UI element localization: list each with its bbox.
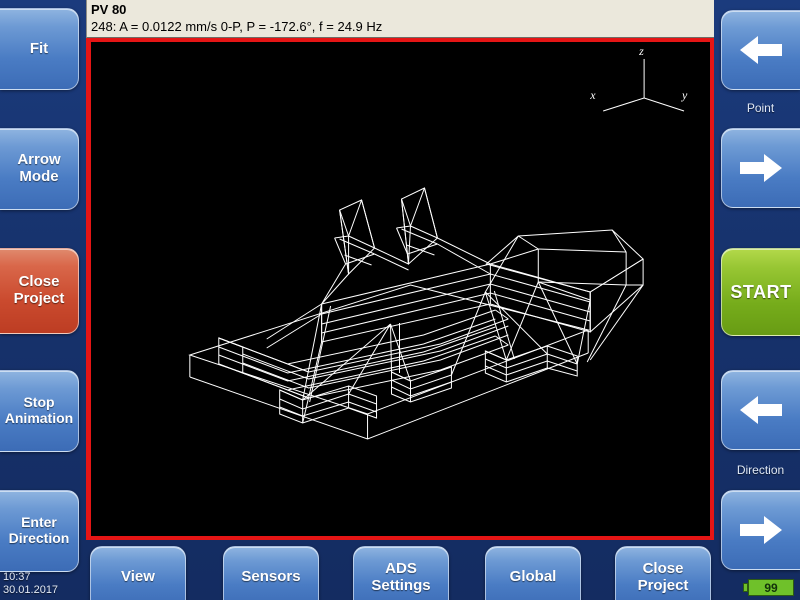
clock-time: 10:37 xyxy=(3,571,31,583)
wireframe-model: z x y xyxy=(188,44,688,440)
global-button[interactable]: Global xyxy=(485,546,581,600)
ads-settings-button[interactable]: ADS Settings xyxy=(353,546,449,600)
direction-rail-label: Direction xyxy=(736,463,785,477)
arrow-mode-button[interactable]: Arrow Mode xyxy=(0,128,79,210)
start-button[interactable]: START xyxy=(721,248,800,336)
left-foot-block xyxy=(279,385,378,424)
direction-previous-button[interactable] xyxy=(721,370,800,450)
close-project-toolbar-line1: Close xyxy=(642,559,684,577)
sensor-mast-left xyxy=(334,199,376,276)
axis-z-label: z xyxy=(638,44,644,58)
direction-next-button[interactable] xyxy=(721,490,800,570)
arrow-mode-button-label: Arrow Mode xyxy=(15,151,62,186)
close-project-left-line1: Close xyxy=(18,273,60,291)
ads-settings-line2: Settings xyxy=(371,576,431,594)
application-window: PV 80 248: A = 0.0122 mm/s 0-P, P = -172… xyxy=(0,0,800,600)
global-button-label: Global xyxy=(509,568,557,586)
stop-animation-line1: Stop xyxy=(23,394,55,411)
enter-direction-line2: Direction xyxy=(8,530,70,546)
arrow-mode-line2: Mode xyxy=(19,168,59,185)
clock-display: 10:37 30.01.2017 xyxy=(3,571,58,597)
view-button[interactable]: View xyxy=(90,546,186,600)
page-title: PV 80 xyxy=(91,2,127,17)
measurement-readout-header: PV 80 248: A = 0.0122 mm/s 0-P, P = -172… xyxy=(86,0,714,38)
view-button-label: View xyxy=(121,568,155,586)
arrow-left-icon xyxy=(740,396,782,424)
fit-button[interactable]: Fit xyxy=(0,8,79,90)
sensor-mast-right xyxy=(396,187,438,266)
close-project-toolbar-line2: Project xyxy=(637,576,689,594)
axis-y-label: y xyxy=(681,88,688,102)
enter-direction-button[interactable]: Enter Direction xyxy=(0,490,79,572)
stop-animation-button[interactable]: Stop Animation xyxy=(0,370,79,452)
close-project-toolbar-label: Close Project xyxy=(636,559,691,595)
battery-status-indicator: 99 xyxy=(748,579,794,596)
fit-button-label: Fit xyxy=(29,39,49,57)
close-project-left-label: Close Project xyxy=(12,273,67,308)
point-next-button[interactable] xyxy=(721,128,800,208)
start-button-label: START xyxy=(730,281,792,302)
middle-foot-block xyxy=(391,366,452,403)
model-viewport-3d[interactable]: z x y xyxy=(86,38,714,540)
point-previous-button[interactable] xyxy=(721,10,800,90)
arrow-right-icon xyxy=(740,154,782,182)
arrow-right-icon xyxy=(740,516,782,544)
axis-indicator: z x y xyxy=(589,44,688,112)
arrow-left-icon xyxy=(740,36,782,64)
enter-direction-label: Enter Direction xyxy=(7,514,72,546)
machine-upper-casing xyxy=(321,263,591,343)
close-project-button-toolbar[interactable]: Close Project xyxy=(615,546,711,600)
enter-direction-line1: Enter xyxy=(21,514,57,531)
clock-date: 30.01.2017 xyxy=(3,584,59,596)
battery-level-label: 99 xyxy=(764,580,778,595)
ads-settings-label: ADS Settings xyxy=(369,559,432,595)
stop-animation-label: Stop Animation xyxy=(3,394,75,426)
point-rail-label: Point xyxy=(746,101,775,115)
sensors-button[interactable]: Sensors xyxy=(223,546,319,600)
stop-animation-line2: Animation xyxy=(4,410,74,426)
sensors-button-label: Sensors xyxy=(241,568,301,586)
axis-x-label: x xyxy=(589,88,596,102)
close-project-left-line2: Project xyxy=(13,290,65,307)
measurement-readout: 248: A = 0.0122 mm/s 0-P, P = -172.6°, f… xyxy=(91,19,383,34)
close-project-button-left[interactable]: Close Project xyxy=(0,248,79,334)
arrow-mode-line1: Arrow xyxy=(17,151,61,169)
ads-settings-line1: ADS xyxy=(385,559,417,577)
